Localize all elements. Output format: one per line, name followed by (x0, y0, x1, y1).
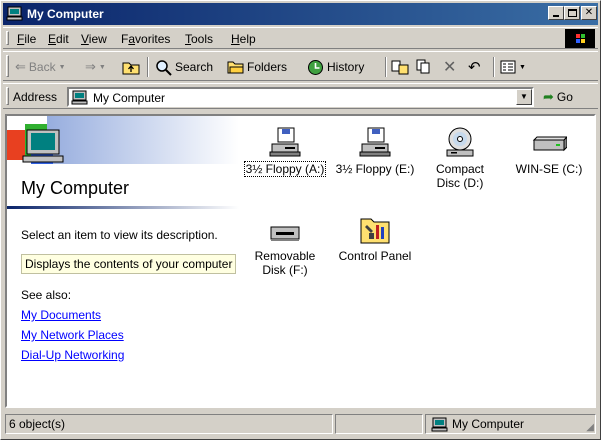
control-panel-icon (360, 218, 390, 244)
drive-item[interactable]: 3½ Floppy (E:) (330, 126, 420, 176)
copy-to-button[interactable] (416, 58, 434, 76)
toolbar-separator (385, 57, 387, 77)
views-dropdown-icon: ▼ (519, 63, 526, 71)
drive-label: WIN-SE (C:) (515, 162, 583, 176)
menu-help[interactable]: Help (231, 32, 256, 46)
see-also-label: See also: (21, 288, 72, 302)
status-empty-panel (335, 414, 423, 434)
status-bar: 6 object(s) My Computer ◢ (3, 412, 598, 436)
views-icon (500, 60, 516, 74)
close-icon: ✕ (584, 7, 594, 18)
drive-label: 3½ Floppy (E:) (335, 162, 415, 176)
move-to-icon (391, 60, 409, 75)
drive-item[interactable]: Removable Disk (F:) (240, 213, 330, 277)
menu-bar-grip[interactable] (6, 31, 9, 45)
hard-drive-icon (532, 136, 567, 152)
move-to-button[interactable] (391, 58, 409, 76)
title-underline (7, 206, 239, 209)
chevron-down-icon: ▼ (520, 92, 528, 101)
address-dropdown-button[interactable]: ▼ (516, 89, 532, 105)
description-prompt: Select an item to view its description. (21, 228, 218, 242)
menu-file[interactable]: File (17, 32, 36, 46)
menu-view[interactable]: View (81, 32, 107, 46)
search-button[interactable]: Search (155, 58, 213, 76)
toolbar-grip[interactable] (6, 55, 9, 77)
drive-label: Compact Disc (D:) (435, 162, 485, 190)
go-button[interactable]: ➦ Go (543, 89, 573, 105)
close-button[interactable]: ✕ (581, 6, 597, 20)
back-button[interactable]: ⇐ Back ▼ (15, 58, 66, 76)
forward-button[interactable]: ⇒ ▼ (85, 58, 106, 76)
floppy-drive-icon (269, 127, 301, 157)
control-panel-label: Control Panel (338, 249, 412, 263)
address-value: My Computer (93, 91, 166, 105)
drive-item[interactable]: WIN-SE (C:) (504, 126, 594, 176)
copy-to-icon (416, 59, 430, 74)
address-label: Address (13, 90, 58, 104)
minimize-icon (553, 15, 559, 17)
link-my-network-places[interactable]: My Network Places (21, 328, 124, 342)
minimize-button[interactable] (548, 6, 564, 20)
up-folder-icon (122, 62, 140, 75)
up-button[interactable] (122, 58, 140, 76)
history-icon (308, 59, 323, 75)
maximize-icon (567, 9, 577, 17)
floppy-drive-icon (359, 127, 391, 157)
forward-dropdown-icon: ▼ (98, 63, 106, 71)
menu-bar: File Edit View Favorites Tools Help (3, 27, 598, 49)
toolbar-separator (147, 57, 149, 77)
delete-icon: ✕ (443, 59, 457, 76)
my-computer-icon (6, 6, 23, 21)
cd-drive-icon (446, 127, 474, 157)
forward-arrow-icon: ⇒ (85, 59, 96, 74)
my-computer-icon (71, 90, 88, 105)
my-computer-icon (431, 417, 448, 432)
folders-button[interactable]: Folders (227, 58, 287, 76)
link-dial-up-networking[interactable]: Dial-Up Networking (21, 348, 124, 362)
folder-view[interactable]: My Computer Select an item to view its d… (5, 114, 596, 408)
pane-title: My Computer (21, 178, 130, 198)
views-button[interactable]: ▼ (500, 58, 526, 76)
address-bar: Address My Computer ▼ ➦ Go (3, 83, 598, 109)
item-description: Displays the contents of your computer (21, 254, 237, 274)
status-object-count-panel: 6 object(s) (5, 414, 333, 434)
maximize-button[interactable] (564, 6, 580, 20)
control-panel-item[interactable]: Control Panel (330, 213, 420, 263)
address-bar-grip[interactable] (6, 87, 9, 105)
drive-item[interactable]: 3½ Floppy (A:) (240, 126, 330, 177)
webview-info-pane: My Computer Select an item to view its d… (7, 116, 239, 406)
back-arrow-icon: ⇐ (15, 59, 26, 74)
window: My Computer ✕ File Edit View Favorites T… (0, 0, 601, 440)
back-dropdown-icon: ▼ (58, 63, 66, 71)
undo-button[interactable]: ↶ (468, 58, 481, 76)
drive-item[interactable]: Compact Disc (D:) (415, 126, 505, 190)
menu-edit[interactable]: Edit (48, 32, 69, 46)
resize-grip-icon[interactable]: ◢ (586, 422, 594, 433)
link-my-documents[interactable]: My Documents (21, 308, 101, 322)
status-object-count: 6 object(s) (9, 417, 66, 431)
removable-drive-icon (270, 226, 300, 241)
undo-icon: ↶ (468, 59, 481, 76)
title-bar[interactable]: My Computer ✕ (3, 3, 598, 25)
folders-icon (227, 61, 244, 74)
status-zone: My Computer (452, 417, 525, 431)
toolbar-separator (493, 57, 495, 77)
menu-favorites[interactable]: Favorites (121, 32, 170, 46)
history-button[interactable]: History (307, 58, 364, 76)
standard-toolbar: ⇐ Back ▼ ⇒ ▼ Search Folders History ✕ ↶ … (3, 51, 598, 81)
delete-button[interactable]: ✕ (443, 58, 456, 76)
address-input[interactable]: My Computer ▼ (67, 87, 534, 107)
go-arrow-icon: ➦ (543, 89, 554, 104)
windows-logo-icon (565, 29, 595, 48)
status-zone-panel: My Computer ◢ (425, 414, 596, 434)
window-title: My Computer (27, 7, 104, 21)
drive-label: Removable Disk (F:) (254, 249, 316, 277)
drive-label: 3½ Floppy (A:) (243, 161, 327, 177)
menu-tools[interactable]: Tools (185, 32, 213, 46)
search-icon (156, 59, 172, 76)
